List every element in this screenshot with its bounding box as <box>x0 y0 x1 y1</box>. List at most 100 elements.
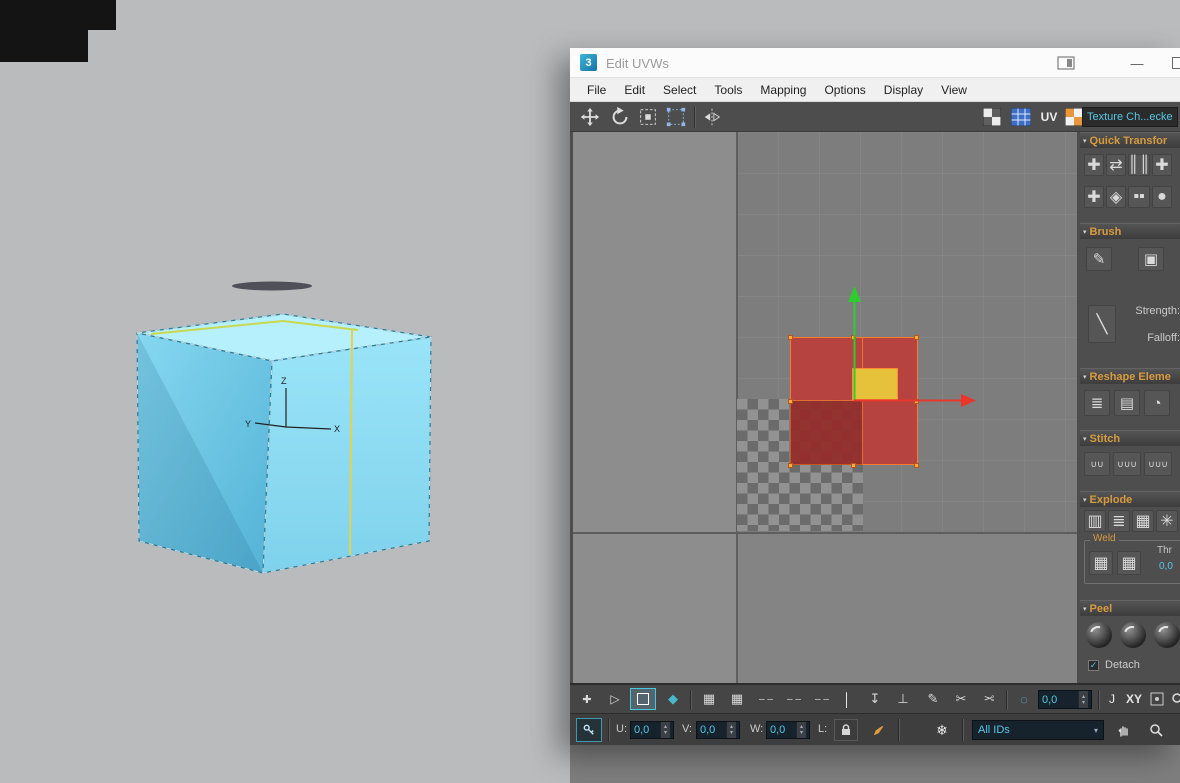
rollout-stitch[interactable]: ▾ Stitch <box>1080 430 1180 446</box>
v-coordinate-field[interactable]: 0,0 ▴ ▾ <box>696 721 740 739</box>
rollout-explode[interactable]: ▾ Explode <box>1080 491 1180 507</box>
w-value[interactable]: 0,0 <box>770 724 785 736</box>
show-grid-icon[interactable] <box>1010 107 1032 127</box>
align-bar-icon[interactable]: │ <box>840 689 854 709</box>
stitch-average-icon[interactable]: ∪∪∪ <box>1144 452 1172 476</box>
limit-icon[interactable] <box>1148 689 1166 709</box>
title-bar[interactable]: 3 Edit UVWs — <box>570 48 1180 78</box>
uv-space-label[interactable]: UV <box>1038 108 1060 126</box>
detach-checkbox[interactable]: ✓ <box>1088 660 1099 671</box>
material-ids-value[interactable]: All IDs <box>978 724 1010 736</box>
rollout-quick-transform[interactable]: ▾ Quick Transfor <box>1080 132 1180 148</box>
soft-selection-value-field[interactable]: 0,0 ▴ ▾ <box>1038 690 1092 709</box>
soft-move-icon[interactable]: ✚ <box>576 689 598 709</box>
scale-tool-icon[interactable] <box>636 105 660 129</box>
align-horizontal-icon[interactable]: ✚ <box>1084 154 1104 176</box>
convert-seams-icon[interactable]: ✂ <box>978 689 1000 709</box>
u-spinner[interactable]: ▴ ▾ <box>660 722 670 738</box>
align-plus-icon[interactable]: ✚ <box>1152 154 1172 176</box>
uv-canvas[interactable] <box>573 132 1077 683</box>
element-mode-button[interactable] <box>630 688 656 710</box>
relax-brush-icon[interactable]: ▣ <box>1138 247 1164 271</box>
dock-icon[interactable] <box>1056 56 1076 70</box>
pan-hand-icon[interactable] <box>1112 719 1136 741</box>
rollout-reshape-elements[interactable]: ▾ Reshape Eleme <box>1080 368 1180 384</box>
w-spinner[interactable]: ▴ ▾ <box>796 722 806 738</box>
menu-tools[interactable]: Tools <box>705 78 751 102</box>
v-spinner[interactable]: ▴ ▾ <box>726 722 736 738</box>
align-pivot-icon[interactable]: ✚ <box>1084 186 1104 208</box>
soft-selection-icon[interactable]: ◌ <box>1014 689 1034 709</box>
flatten-icon[interactable]: ▦ <box>1132 510 1154 532</box>
transform-gizmo[interactable] <box>573 132 1077 683</box>
edge-loop-icon[interactable]: – – <box>754 689 778 709</box>
edge-extend-icon[interactable]: – – <box>810 689 834 709</box>
quick-peel-icon[interactable] <box>1086 622 1112 648</box>
align-element-icon[interactable]: ◈ <box>1106 186 1126 208</box>
relax-element-icon[interactable]: ◔ <box>1144 390 1170 416</box>
falloff-curve-button[interactable]: J <box>1104 689 1120 709</box>
grow-selection-icon[interactable]: ▦ <box>698 689 720 709</box>
flattened-plane-object[interactable] <box>232 281 312 291</box>
rotate-tool-icon[interactable] <box>608 105 632 129</box>
move-tool-icon[interactable] <box>578 105 602 129</box>
xy-space-toggle[interactable]: XY <box>1122 689 1146 709</box>
rollout-brush[interactable]: ▾ Brush <box>1080 223 1180 239</box>
align-to-edge-icon[interactable]: ↧ <box>864 689 886 709</box>
menu-view[interactable]: View <box>932 78 976 102</box>
texture-checker-icon[interactable] <box>1064 107 1084 127</box>
gizmo-x-arrow[interactable] <box>961 394 976 407</box>
lock-selection-icon[interactable] <box>834 719 858 741</box>
freeze-icon[interactable]: ❄ <box>930 719 954 741</box>
detach-edge-icon[interactable]: ≣ <box>1108 510 1130 532</box>
show-checker-icon[interactable] <box>982 107 1002 127</box>
zoom-region-icon[interactable] <box>1144 719 1168 741</box>
menu-select[interactable]: Select <box>654 78 705 102</box>
edge-ring-icon[interactable]: – – <box>782 689 806 709</box>
maximize-button[interactable] <box>1172 57 1180 69</box>
cube-object[interactable]: Z X Y <box>0 0 570 783</box>
absolute-mode-button[interactable] <box>576 718 602 742</box>
u-coordinate-field[interactable]: 0,0 ▴ ▾ <box>630 721 674 739</box>
linear-align-icon[interactable]: ▪▪ <box>1128 186 1150 208</box>
rectangularize-icon[interactable]: ▤ <box>1114 390 1140 416</box>
menu-mapping[interactable]: Mapping <box>751 78 815 102</box>
menu-edit[interactable]: Edit <box>615 78 654 102</box>
pelt-map-icon[interactable] <box>1154 622 1180 648</box>
polygon-select-icon[interactable]: ▷ <box>604 689 626 709</box>
freeform-mode-icon[interactable] <box>664 105 688 129</box>
material-ids-dropdown[interactable]: All IDs ▾ <box>972 720 1104 740</box>
edit-seams-icon[interactable]: ✎ <box>922 689 944 709</box>
weld-all-icon[interactable]: ▦ <box>1117 551 1141 575</box>
zoom-icon[interactable] <box>1168 689 1180 709</box>
menu-file[interactable]: File <box>578 78 615 102</box>
align-to-bottom-icon[interactable]: ⊥ <box>892 689 914 709</box>
rollout-peel[interactable]: ▾ Peel <box>1080 600 1180 616</box>
align-swap-icon[interactable]: ⇄ <box>1106 154 1126 176</box>
value-spinner[interactable]: ▴ ▾ <box>1078 691 1088 708</box>
break-icon[interactable]: ▥ <box>1084 510 1106 532</box>
paint-brush-icon[interactable]: ✎ <box>1086 247 1112 271</box>
stitch-target-icon[interactable]: ∪∪∪ <box>1113 452 1141 476</box>
gizmo-y-arrow[interactable] <box>848 286 861 302</box>
falloff-curve-icon[interactable]: ╲ <box>1088 305 1116 343</box>
menu-options[interactable]: Options <box>815 78 874 102</box>
straighten-icon[interactable]: ≣ <box>1084 390 1110 416</box>
select-element-cube-icon[interactable]: ◆ <box>662 689 684 709</box>
v-value[interactable]: 0,0 <box>700 724 715 736</box>
explode-icon[interactable]: ✳ <box>1156 510 1178 532</box>
mirror-tool-icon[interactable] <box>700 105 724 129</box>
u-value[interactable]: 0,0 <box>634 724 649 736</box>
weld-selected-icon[interactable]: ▦ <box>1089 551 1113 575</box>
shrink-selection-icon[interactable]: ▦ <box>726 689 748 709</box>
3d-viewport[interactable]: Z X Y <box>0 0 570 783</box>
minimize-button[interactable]: — <box>1122 53 1152 73</box>
point-to-point-seam-icon[interactable]: ✂ <box>950 689 972 709</box>
space-vertical-icon[interactable]: ║║ <box>1128 154 1150 176</box>
soft-selection-value[interactable]: 0,0 <box>1042 694 1057 706</box>
weld-threshold-value[interactable]: 0,0 <box>1159 561 1173 572</box>
menu-display[interactable]: Display <box>875 78 932 102</box>
texture-select-dropdown[interactable]: Texture Ch...ecke <box>1082 107 1178 127</box>
w-coordinate-field[interactable]: 0,0 ▴ ▾ <box>766 721 810 739</box>
highlight-pen-icon[interactable] <box>866 719 890 741</box>
